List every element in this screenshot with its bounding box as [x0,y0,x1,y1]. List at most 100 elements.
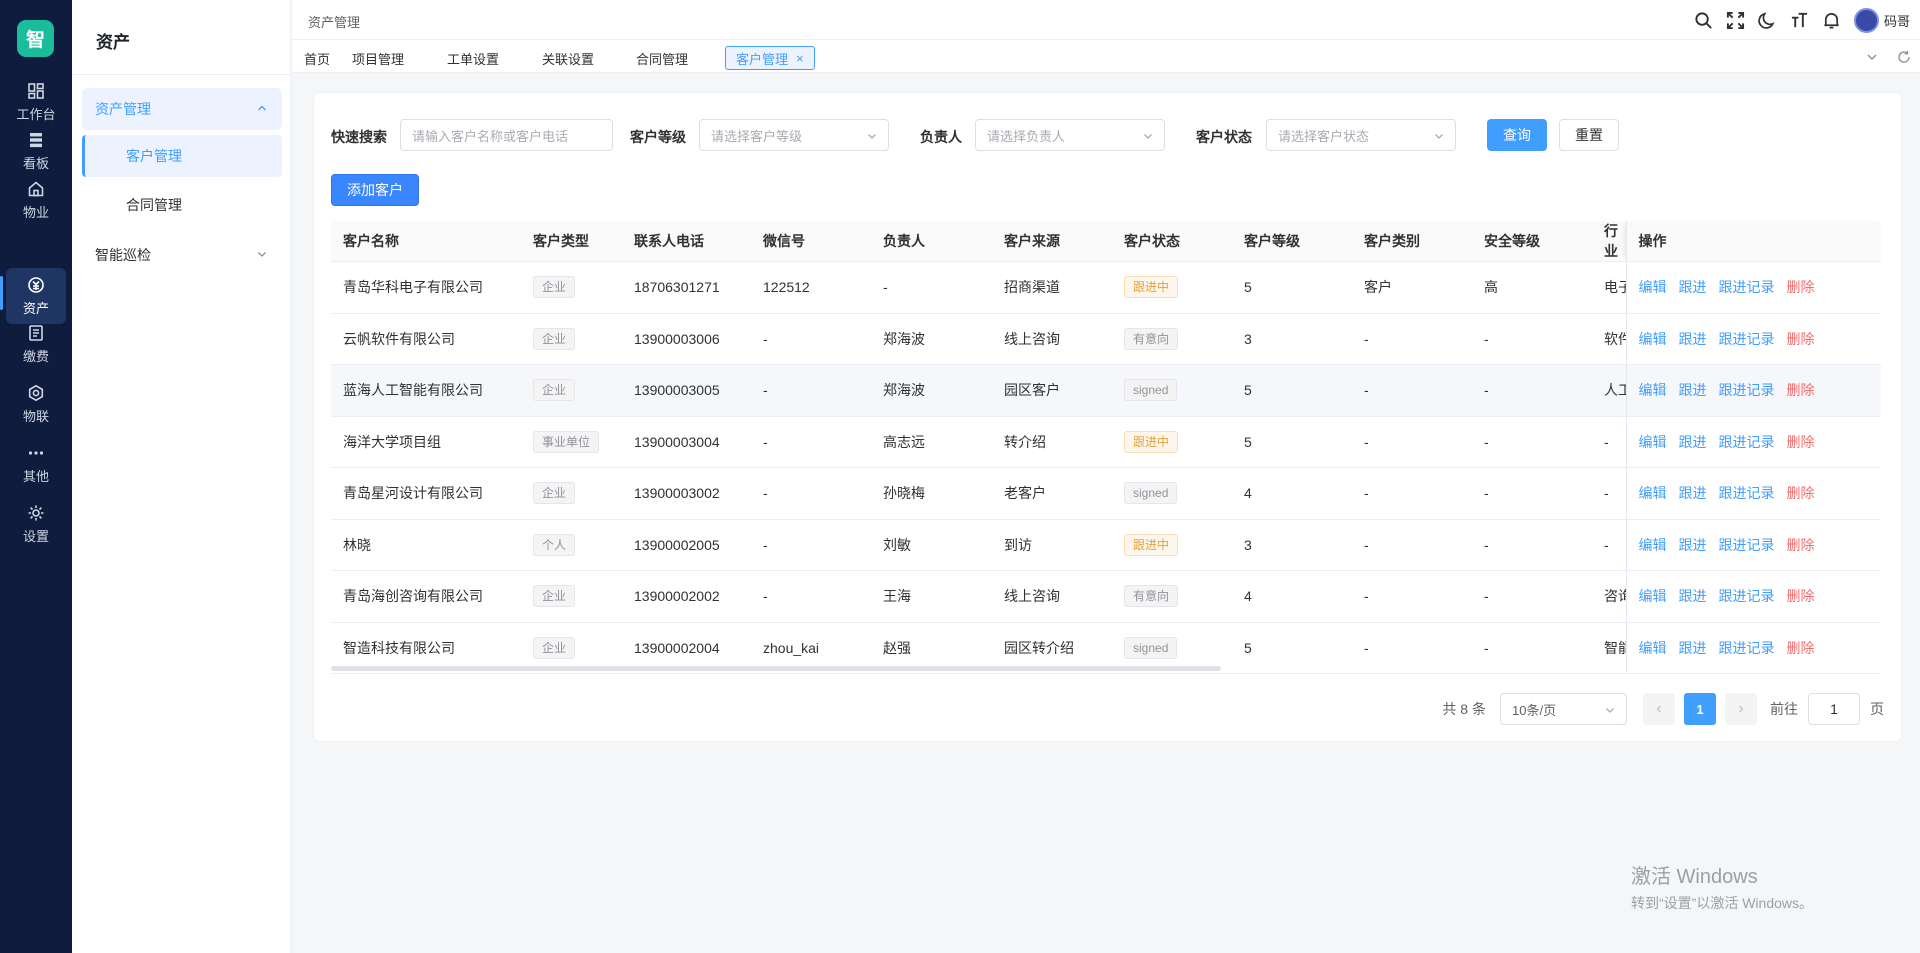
delete-link[interactable]: 删除 [1787,382,1815,398]
follow-up-link[interactable]: 跟进 [1679,485,1707,501]
edit-link[interactable]: 编辑 [1639,537,1667,553]
query-button[interactable]: 查询 [1487,119,1547,151]
delete-link[interactable]: 删除 [1787,640,1815,656]
owner-select[interactable]: 请选择负责人 [975,119,1165,151]
menu-item-customer-management[interactable]: 客户管理 [82,135,282,177]
follow-up-link[interactable]: 跟进 [1679,279,1707,295]
refresh-button[interactable] [1888,40,1920,73]
table-cell-category: - [1352,519,1472,571]
customer-status-select[interactable]: 请选择客户状态 [1266,119,1456,151]
menu-item-contract-management[interactable]: 合同管理 [82,184,282,226]
table-cell-category: - [1352,364,1472,417]
tab-work-order-settings[interactable]: 工单设置 [437,46,509,70]
table-cell-name: 青岛星河设计有限公司 [331,467,521,520]
follow-up-link[interactable]: 跟进 [1679,640,1707,656]
table-cell-type: 企业 [521,313,622,365]
table-cell-type: 个人 [521,519,622,571]
follow-up-record-link[interactable]: 跟进记录 [1719,279,1775,295]
rail-item-settings[interactable]: 设置 [6,496,66,552]
delete-link[interactable]: 删除 [1787,331,1815,347]
user-menu[interactable]: 码哥 [1853,7,1910,33]
edit-link[interactable]: 编辑 [1639,279,1667,295]
follow-up-record-link[interactable]: 跟进记录 [1719,537,1775,553]
tab-customer-management[interactable]: 客户管理 × [725,46,815,70]
goto-page-input[interactable]: 1 [1808,693,1860,725]
next-page-button[interactable] [1725,693,1757,725]
chevron-up-icon [258,105,266,111]
rail-item-iot[interactable]: 物联 [6,376,66,432]
follow-up-link[interactable]: 跟进 [1679,434,1707,450]
dark-mode-button[interactable] [1752,0,1784,40]
reset-button[interactable]: 重置 [1559,119,1619,151]
rail-item-workbench[interactable]: 工作台 [6,74,66,130]
customer-type-tag: 企业 [533,327,576,350]
status-badge: 跟进中 [1124,276,1179,299]
top-toolbar: 码哥 [1688,0,1920,40]
tab-contract-management[interactable]: 合同管理 [626,46,698,70]
edit-link[interactable]: 编辑 [1639,485,1667,501]
delete-link[interactable]: 删除 [1787,537,1815,553]
home-icon [28,180,44,196]
font-size-button[interactable] [1784,0,1816,40]
edit-link[interactable]: 编辑 [1639,331,1667,347]
app-logo[interactable]: 智 [17,20,54,57]
customer-type-tag: 企业 [533,636,576,659]
more-icon [28,450,44,455]
table-cell-level: 5 [1232,622,1352,674]
follow-up-record-link[interactable]: 跟进记录 [1719,331,1775,347]
follow-up-record-link[interactable]: 跟进记录 [1719,640,1775,656]
table-cell-name: 蓝海人工智能有限公司 [331,364,521,417]
customer-level-select[interactable]: 请选择客户等级 [699,119,889,151]
customer-type-tag: 事业单位 [533,430,600,453]
table-row: 海洋大学项目组 事业单位 13900003004- 高志远 转介绍 跟进中 5- - - 编辑 跟进… [331,416,1881,468]
prev-page-button[interactable] [1643,693,1675,725]
rail-item-other[interactable]: 其他 [6,436,66,492]
delete-link[interactable]: 删除 [1787,588,1815,604]
tab-association-settings[interactable]: 关联设置 [532,46,604,70]
follow-up-record-link[interactable]: 跟进记录 [1719,434,1775,450]
rail-item-property[interactable]: 物业 [6,172,66,228]
table-cell-actions: 编辑 跟进 跟进记录 删除 [1625,416,1881,468]
search-icon [1695,11,1713,29]
tab-home[interactable]: 首页 [294,46,340,70]
table-cell-phone: 18706301271 [622,261,751,314]
quick-search-input[interactable]: 请输入客户名称或客户电话 [400,119,613,151]
table-cell-owner: 孙晓梅 [871,467,992,520]
edit-link[interactable]: 编辑 [1639,382,1667,398]
delete-link[interactable]: 删除 [1787,485,1815,501]
page-number-button[interactable]: 1 [1684,693,1716,725]
add-customer-button[interactable]: 添加客户 [331,174,419,206]
follow-up-link[interactable]: 跟进 [1679,382,1707,398]
rail-item-billing[interactable]: 缴费 [6,316,66,372]
close-icon[interactable]: × [796,51,804,66]
tab-dropdown-button[interactable] [1856,40,1888,73]
edit-link[interactable]: 编辑 [1639,588,1667,604]
page-size-select[interactable]: 10条/页 [1500,693,1627,725]
tab-bar: 首页 项目管理 工单设置 关联设置 合同管理 客户管理 × [292,40,1920,73]
tab-project-management[interactable]: 项目管理 [342,46,414,70]
search-button[interactable] [1688,0,1720,40]
delete-link[interactable]: 删除 [1787,434,1815,450]
rail-item-board[interactable]: 看板 [6,123,66,179]
table-cell-name: 海洋大学项目组 [331,416,521,468]
edit-link[interactable]: 编辑 [1639,434,1667,450]
follow-up-link[interactable]: 跟进 [1679,331,1707,347]
rail-active-marker [0,276,3,310]
column-header: 行业 [1592,221,1626,262]
table-cell-source: 到访 [992,519,1112,571]
delete-link[interactable]: 删除 [1787,279,1815,295]
follow-up-link[interactable]: 跟进 [1679,588,1707,604]
menu-group-smart-inspection[interactable]: 智能巡检 [82,234,282,276]
follow-up-record-link[interactable]: 跟进记录 [1719,485,1775,501]
menu-group-asset-management[interactable]: 资产管理 [82,88,282,130]
follow-up-link[interactable]: 跟进 [1679,537,1707,553]
horizontal-scrollbar[interactable] [331,666,1221,671]
follow-up-record-link[interactable]: 跟进记录 [1719,382,1775,398]
notification-button[interactable] [1816,0,1848,40]
edit-link[interactable]: 编辑 [1639,640,1667,656]
table-cell-type: 企业 [521,261,622,314]
follow-up-record-link[interactable]: 跟进记录 [1719,588,1775,604]
chevron-down-icon [258,252,266,257]
fullscreen-button[interactable] [1720,0,1752,40]
table-cell-safety: - [1472,313,1592,365]
